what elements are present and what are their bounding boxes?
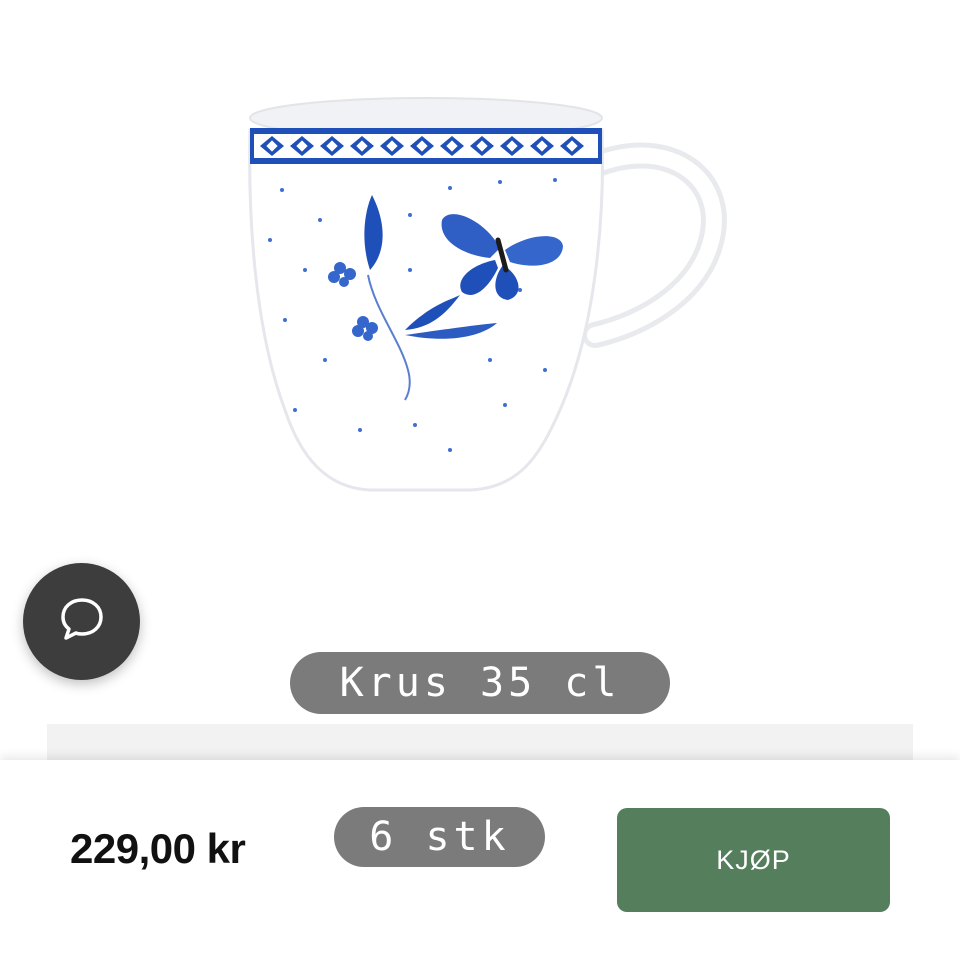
buy-button[interactable]: KJØP — [617, 808, 890, 912]
chat-bubble-icon — [57, 594, 107, 649]
section-divider — [47, 724, 913, 764]
product-image — [200, 70, 760, 530]
quantity-label: 6 stk — [334, 807, 545, 867]
product-title: Krus 35 cl — [290, 652, 670, 714]
product-price: 229,00 kr — [70, 825, 246, 872]
mug-illustration — [248, 97, 727, 492]
chat-button[interactable] — [23, 563, 140, 680]
